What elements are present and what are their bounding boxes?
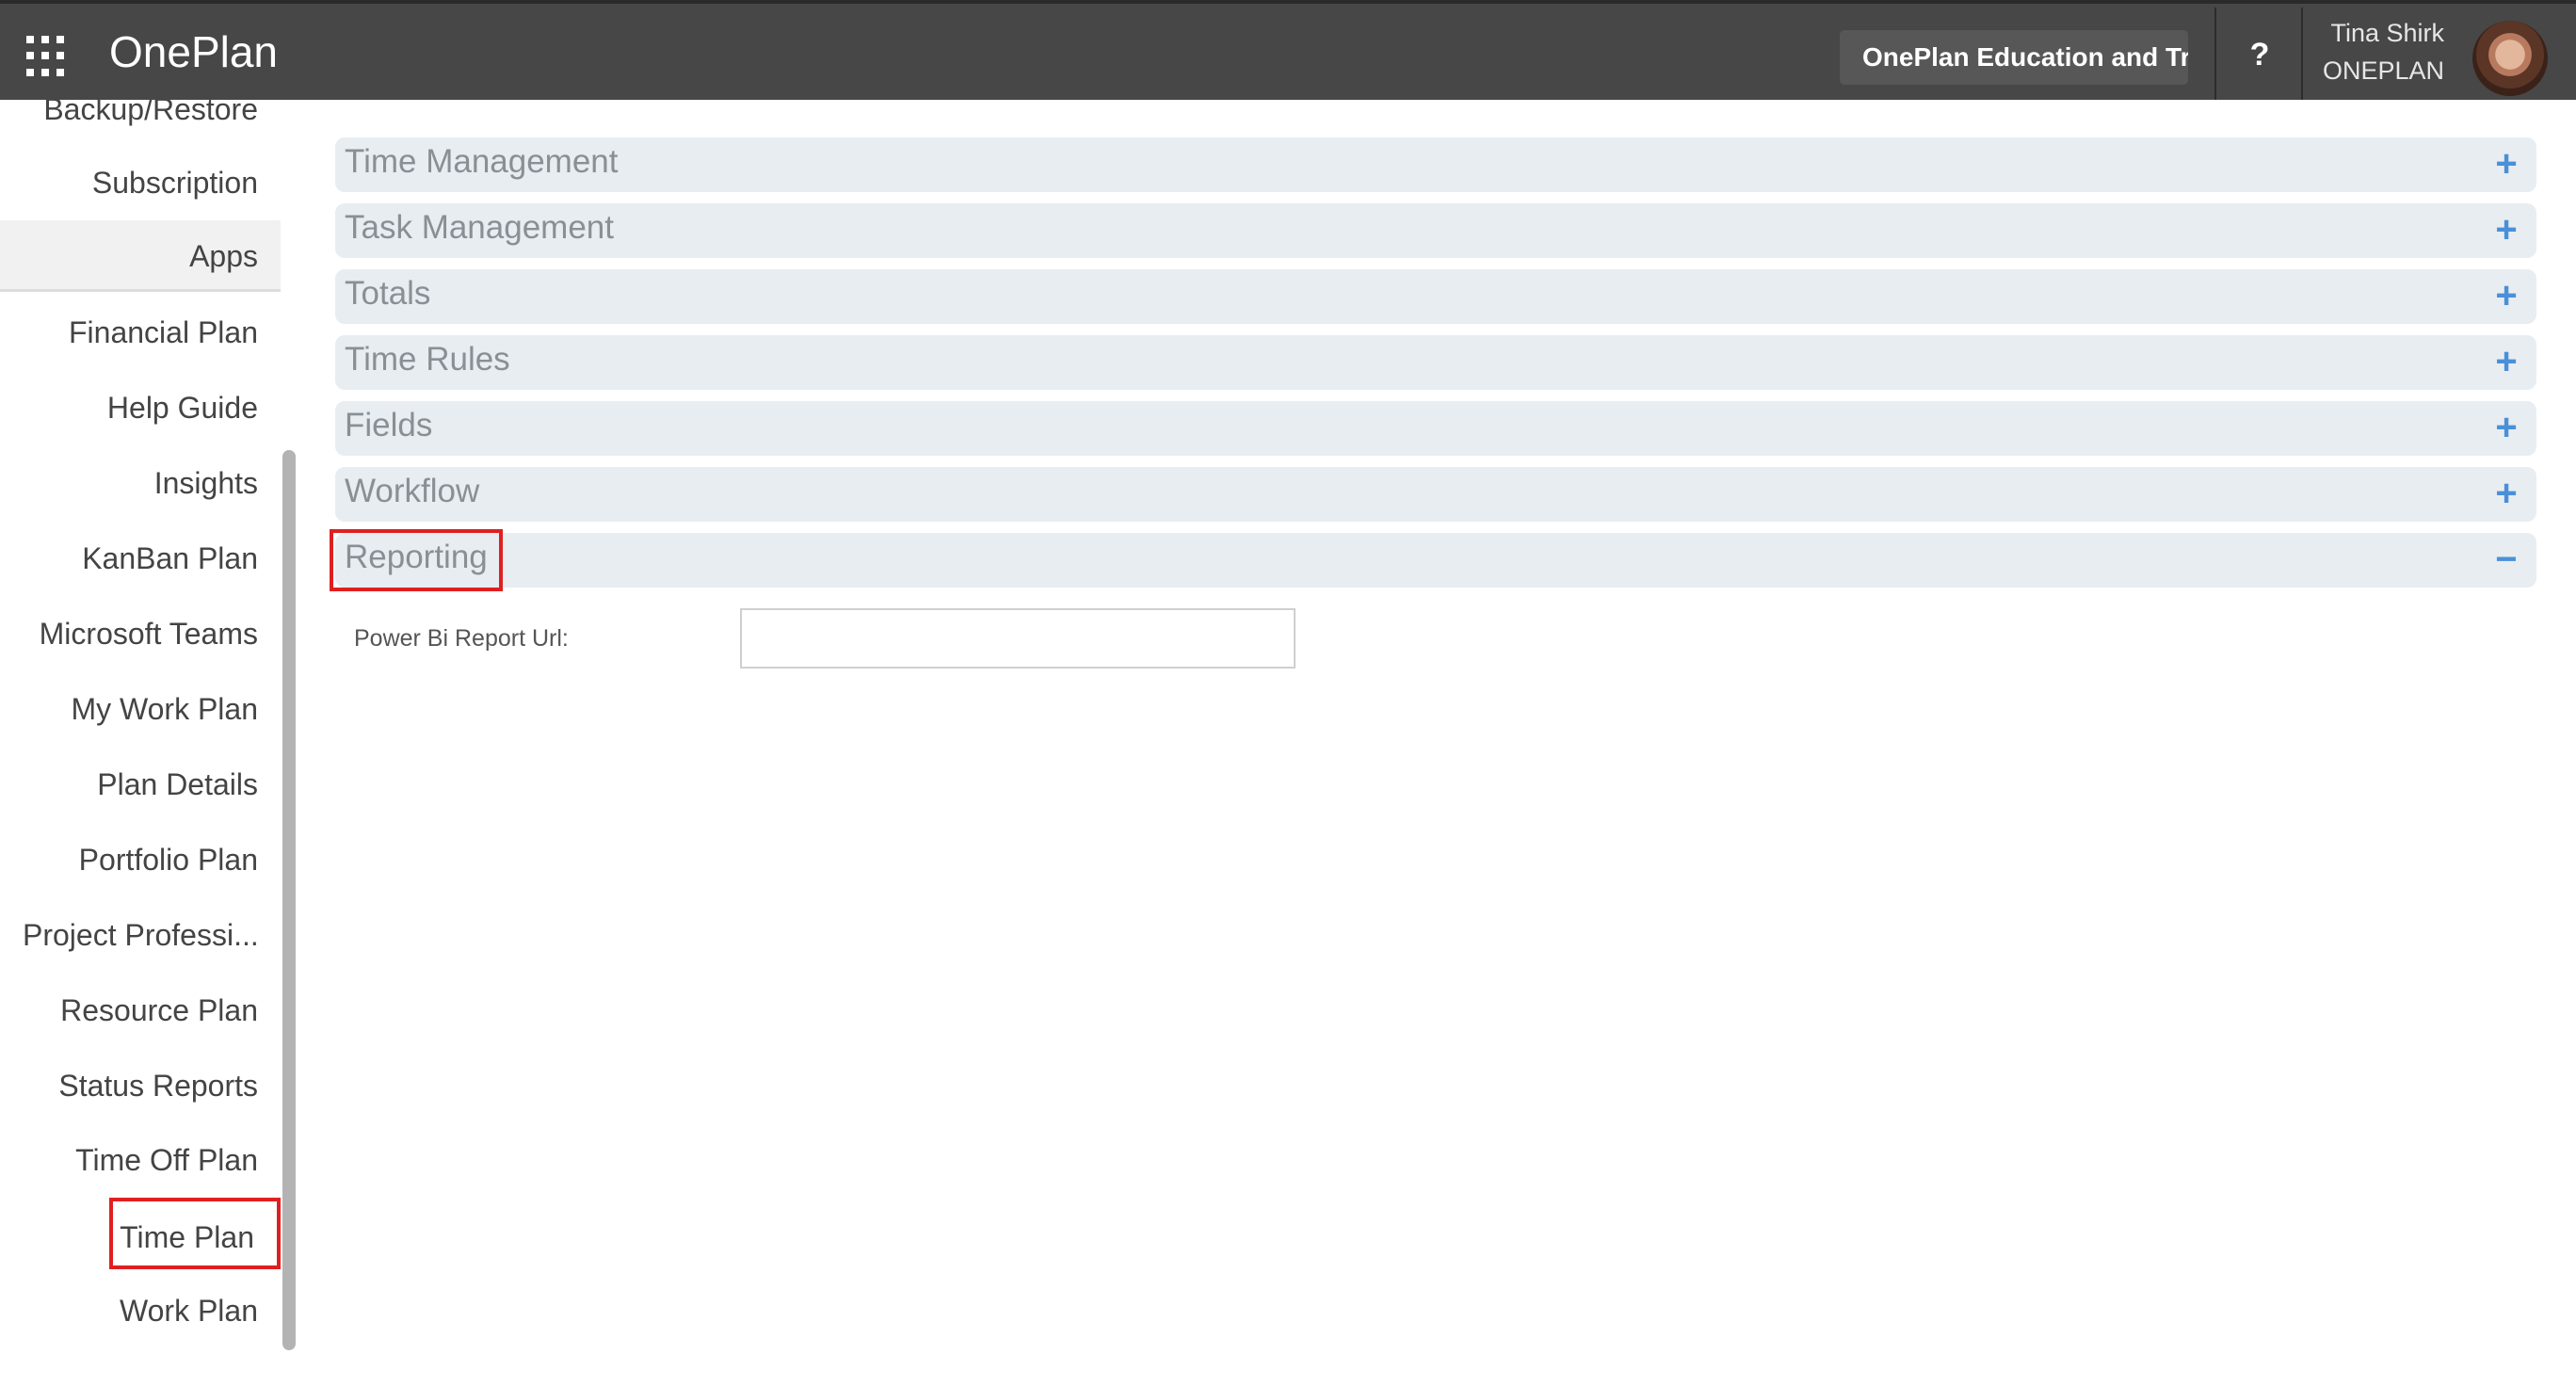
section-reporting[interactable]: Reporting −	[330, 529, 2536, 591]
power-bi-url-input[interactable]	[740, 608, 1296, 669]
sidebar-item-work-plan[interactable]: Work Plan	[0, 1275, 281, 1346]
sidebar-item-plan-details[interactable]: Plan Details	[0, 749, 281, 820]
section-time-management[interactable]: Time Management +	[335, 137, 2536, 192]
sidebar-item-subscription[interactable]: Subscription	[0, 147, 281, 218]
sidebar-item-project-professional[interactable]: Project Professi...	[0, 899, 281, 971]
section-title: Time Management	[345, 143, 619, 180]
expand-icon[interactable]: +	[2487, 203, 2525, 258]
sidebar-item-resource-plan[interactable]: Resource Plan	[0, 975, 281, 1046]
section-title: Task Management	[345, 209, 614, 246]
section-title: Time Rules	[345, 341, 510, 378]
sidebar-scrollbar[interactable]	[282, 450, 296, 1350]
sidebar-item-insights[interactable]: Insights	[0, 447, 281, 519]
sidebar: Backup/Restore Subscription Apps Financi…	[0, 100, 281, 1386]
expand-icon[interactable]: +	[2487, 335, 2525, 390]
user-org[interactable]: ONEPLAN	[2303, 56, 2444, 86]
sidebar-item-backup-restore[interactable]: Backup/Restore	[0, 100, 281, 145]
user-name[interactable]: Tina Shirk	[2303, 19, 2444, 48]
avatar[interactable]	[2472, 21, 2548, 96]
sidebar-item-my-work-plan[interactable]: My Work Plan	[0, 673, 281, 745]
section-task-management[interactable]: Task Management +	[335, 203, 2536, 258]
sidebar-item-help-guide[interactable]: Help Guide	[0, 372, 281, 443]
section-totals[interactable]: Totals +	[335, 269, 2536, 324]
expand-icon[interactable]: +	[2487, 137, 2525, 192]
expand-icon[interactable]: +	[2487, 269, 2525, 324]
sidebar-item-apps[interactable]: Apps	[0, 220, 281, 292]
tenant-selector[interactable]: OnePlan Education and Trai	[1840, 30, 2188, 85]
sidebar-item-financial-plan[interactable]: Financial Plan	[0, 297, 281, 368]
power-bi-url-label: Power Bi Report Url:	[354, 625, 569, 652]
section-title: Totals	[345, 275, 431, 312]
help-icon[interactable]: ?	[2216, 24, 2303, 85]
sidebar-item-kanban-plan[interactable]: KanBan Plan	[0, 523, 281, 594]
expand-icon[interactable]: +	[2487, 401, 2525, 456]
top-bar: OnePlan OnePlan Education and Trai ? Tin…	[0, 0, 2576, 100]
settings-accordion: Time Management + Task Management + Tota…	[330, 137, 2536, 599]
app-launcher-icon[interactable]	[26, 36, 68, 77]
section-title: Fields	[345, 407, 433, 443]
section-fields[interactable]: Fields +	[335, 401, 2536, 456]
sidebar-item-status-reports[interactable]: Status Reports	[0, 1050, 281, 1121]
collapse-icon[interactable]: −	[2487, 533, 2525, 588]
expand-icon[interactable]: +	[2487, 467, 2525, 522]
sidebar-item-microsoft-teams[interactable]: Microsoft Teams	[0, 598, 281, 669]
sidebar-item-time-plan[interactable]: Time Plan	[109, 1198, 281, 1269]
sidebar-item-time-off-plan[interactable]: Time Off Plan	[0, 1124, 281, 1196]
section-time-rules[interactable]: Time Rules +	[335, 335, 2536, 390]
section-title: Workflow	[345, 473, 480, 509]
section-workflow[interactable]: Workflow +	[335, 467, 2536, 522]
sidebar-item-portfolio-plan[interactable]: Portfolio Plan	[0, 824, 281, 895]
section-title: Reporting	[345, 539, 488, 575]
app-title: OnePlan	[109, 27, 279, 76]
